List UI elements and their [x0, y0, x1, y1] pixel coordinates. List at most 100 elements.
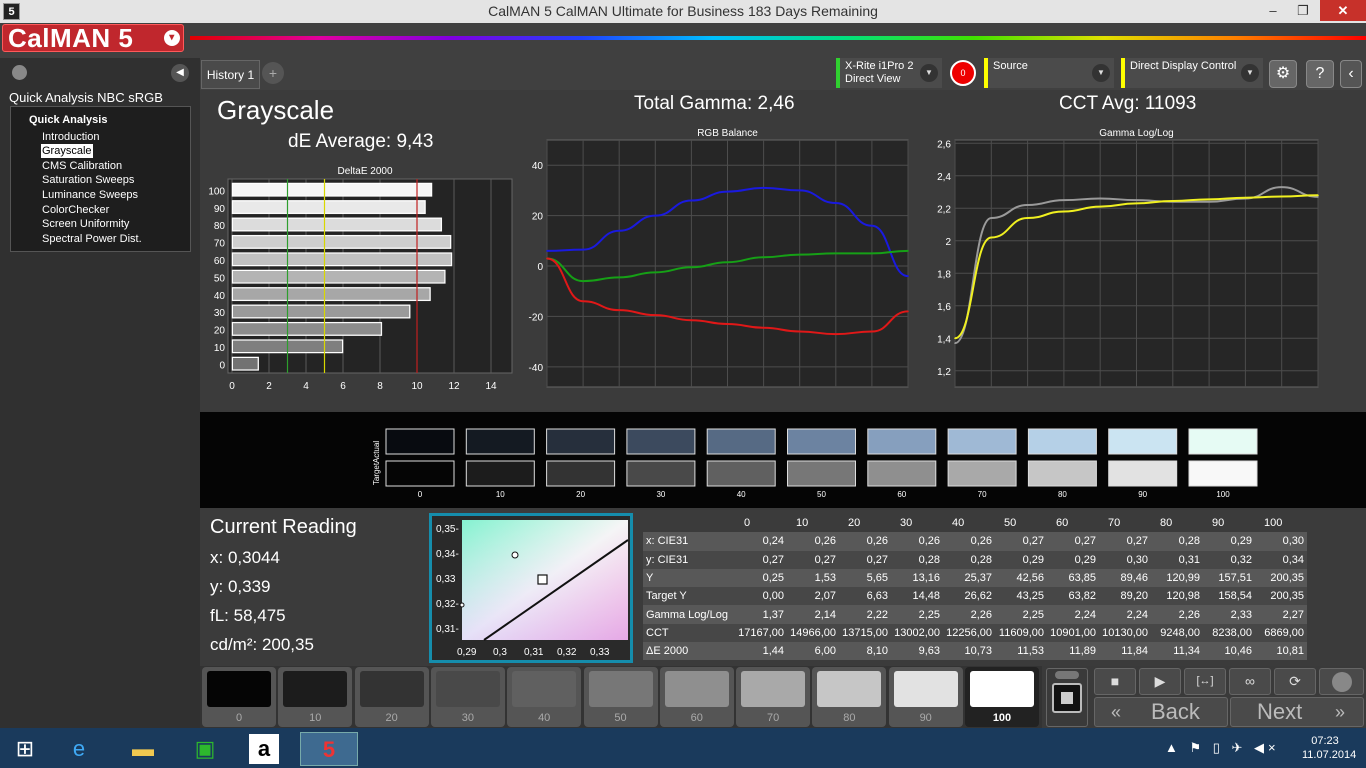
data-point	[798, 253, 801, 256]
tree-item-luminance-sweeps[interactable]: Luminance Sweeps	[42, 188, 138, 202]
x-tick-label: 50	[1131, 394, 1143, 395]
data-point	[618, 229, 620, 232]
patch-40[interactable]: 40	[507, 667, 582, 727]
patch-90[interactable]: 90	[888, 667, 963, 727]
tree-item-saturation-sweeps[interactable]: Saturation Sweeps	[42, 173, 134, 187]
x-tick-label: 8	[377, 381, 383, 392]
collapse-panel-icon[interactable]: ◀	[171, 64, 189, 82]
x-tick-label: 30	[1058, 394, 1070, 395]
tree-item-cms-calibration[interactable]: CMS Calibration	[42, 159, 122, 173]
patch-label: 50	[614, 712, 627, 724]
chevron-left-icon[interactable]: ‹	[1340, 60, 1362, 88]
target-swatch	[1188, 460, 1258, 487]
patch-20[interactable]: 20	[354, 667, 429, 727]
calman-taskbar-icon[interactable]: 5	[300, 732, 358, 766]
gamma-chart: Gamma Log/Log 0 10 20 30 40 50 60 70 80 90 100 2,6 2,…	[937, 128, 1327, 395]
patch-0[interactable]: 0	[202, 667, 276, 727]
data-point	[871, 224, 873, 227]
tree-item-grayscale[interactable]: Grayscale	[41, 144, 93, 158]
cie-xtick: 0,32	[557, 647, 577, 658]
data-point	[726, 323, 729, 325]
amazon-icon[interactable]: a	[249, 734, 279, 764]
display-control-selector[interactable]: Direct Display Control ▼	[1121, 58, 1263, 88]
workflow-options-icon[interactable]	[12, 65, 27, 80]
help-icon[interactable]: ?	[1306, 60, 1334, 88]
tree-item-colorchecker[interactable]: ColorChecker	[42, 203, 109, 217]
next-button[interactable]: Next »	[1230, 697, 1364, 727]
loop-button[interactable]: ∞	[1229, 668, 1271, 695]
patch-50[interactable]: 50	[583, 667, 658, 727]
patch-80[interactable]: 80	[812, 667, 887, 727]
record-button[interactable]: 0	[950, 60, 976, 86]
circle-button[interactable]	[1319, 668, 1364, 695]
refresh-button[interactable]: ⟳	[1274, 668, 1316, 695]
swatch-level-label: 60	[897, 490, 906, 499]
tab-history-1[interactable]: History 1	[201, 60, 260, 89]
title-bar: 5 CalMAN 5 CalMAN Ultimate for Business …	[0, 0, 1366, 23]
maximize-button[interactable]: ❐	[1288, 0, 1318, 21]
patch-70[interactable]: 70	[736, 667, 811, 727]
clock[interactable]: 07:23 11.07.2014	[1302, 734, 1356, 762]
tree-item-screen-uniformity[interactable]: Screen Uniformity	[42, 217, 129, 231]
table-cell: 11609,00	[998, 626, 1044, 639]
table-cell: 8238,00	[1212, 626, 1252, 639]
table-cell: 11,89	[1069, 645, 1096, 658]
source-selector[interactable]: Source ▼	[984, 58, 1114, 88]
patch-60[interactable]: 60	[659, 667, 734, 727]
target-swatch	[867, 460, 937, 487]
y-tick-label: 1,4	[937, 334, 951, 345]
back-button[interactable]: « Back	[1094, 697, 1228, 727]
swatch-grid: ActualTarget 0 10 20 30 40 50 60 70 80 90 100	[372, 428, 1258, 499]
add-tab-button[interactable]: +	[262, 62, 284, 84]
stop-large-button[interactable]	[1046, 668, 1088, 727]
table-cell: 10130,00	[1102, 626, 1148, 639]
meter-selector[interactable]: X-Rite i1Pro 2 Direct View ▼	[836, 58, 942, 88]
windows-start-icon[interactable]: ⊞	[8, 732, 42, 766]
fit-button[interactable]: [↔]	[1184, 668, 1226, 695]
column-header: 50	[1004, 517, 1017, 530]
table-cell: 0,27	[762, 553, 784, 566]
file-explorer-icon[interactable]: ▬	[126, 732, 160, 766]
gear-icon[interactable]: ⚙	[1269, 60, 1297, 88]
x-tick-label: 12	[448, 381, 460, 392]
y-tick-label: 70	[214, 239, 226, 250]
play-button[interactable]: ▶	[1139, 668, 1181, 695]
system-tray-icons[interactable]: ▲ ⚑ ▯ ✈ ◀×	[1165, 740, 1280, 756]
tree-item-introduction[interactable]: Introduction	[42, 130, 99, 144]
patch-10[interactable]: 10	[278, 667, 353, 727]
table-cell: 120,99	[1166, 572, 1200, 585]
cie-xtick: 0,29	[457, 647, 477, 658]
actual-swatch	[947, 428, 1017, 455]
table-corner	[643, 514, 735, 532]
patch-label: 100	[992, 712, 1012, 724]
display-control-label: Direct Display Control	[1130, 60, 1237, 72]
patch-30[interactable]: 30	[430, 667, 505, 727]
x-tick-label: 14	[485, 381, 497, 392]
internet-explorer-icon[interactable]: e	[62, 732, 96, 766]
calman-menu-button[interactable]: CalMAN 5 ▾	[2, 24, 184, 52]
stop-button[interactable]: ■	[1094, 668, 1136, 695]
swatch-level-label: 10	[496, 490, 505, 499]
column-header: 10	[796, 517, 809, 530]
cie-ytick: 0,35-	[436, 524, 459, 535]
swatch-level-label: 70	[978, 490, 987, 499]
tree-item-spectral-power[interactable]: Spectral Power Dist.	[42, 232, 142, 246]
close-button[interactable]: ✕	[1320, 0, 1366, 21]
data-point	[654, 214, 657, 217]
target-swatch	[385, 460, 455, 487]
de-average: dE Average: 9,43	[288, 131, 434, 152]
tree-root-quick-analysis[interactable]: Quick Analysis	[29, 114, 107, 126]
cie-ytick: 0,33	[436, 574, 456, 585]
y-tick-label: 0	[219, 360, 225, 371]
minimize-button[interactable]: –	[1258, 0, 1288, 21]
patch-100[interactable]: 100	[965, 667, 1039, 727]
patch-color	[435, 671, 500, 707]
table-cell: 0,31	[1178, 553, 1200, 566]
data-point	[798, 330, 801, 333]
x-tick-label: 60	[758, 394, 770, 395]
data-point	[1135, 202, 1138, 205]
store-icon[interactable]: ▣	[188, 732, 222, 766]
x-tick-label: 70	[794, 394, 806, 395]
table-cell: 0,27	[1126, 535, 1148, 548]
table-cell: 2,26	[1178, 608, 1200, 621]
